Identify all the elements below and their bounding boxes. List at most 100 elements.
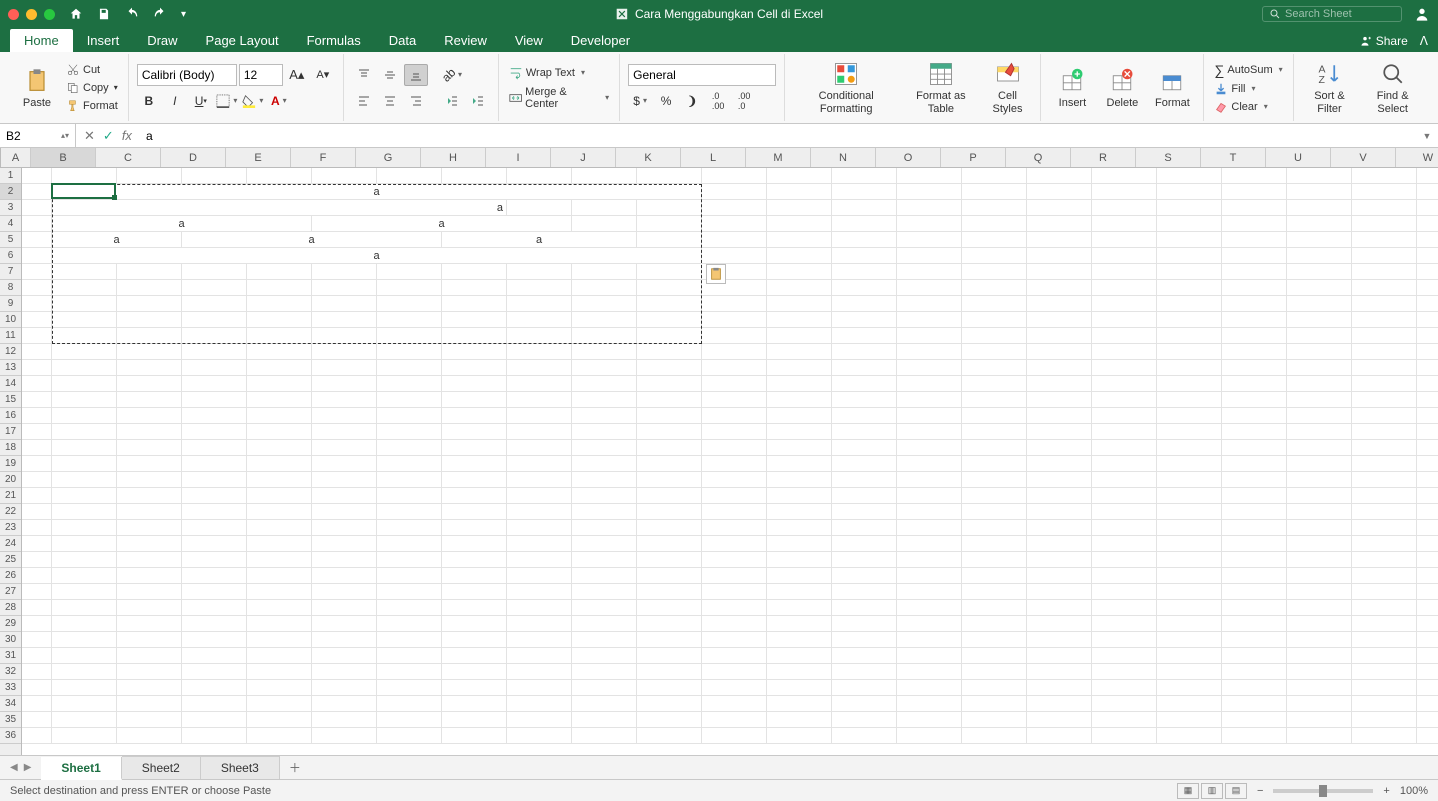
sheet-nav-next-icon[interactable]: ▶ xyxy=(24,762,32,773)
cell[interactable] xyxy=(442,696,507,712)
cell[interactable] xyxy=(312,584,377,600)
cell[interactable] xyxy=(572,648,637,664)
column-header[interactable]: N xyxy=(811,148,876,167)
cell[interactable] xyxy=(312,696,377,712)
cell[interactable] xyxy=(1092,584,1157,600)
cell[interactable] xyxy=(507,328,572,344)
cell[interactable] xyxy=(1417,696,1438,712)
cell[interactable] xyxy=(897,680,962,696)
align-right-icon[interactable] xyxy=(404,90,428,112)
row-header[interactable]: 18 xyxy=(0,440,21,456)
cell[interactable] xyxy=(312,680,377,696)
cell[interactable] xyxy=(1092,360,1157,376)
cell[interactable] xyxy=(572,504,637,520)
cell[interactable] xyxy=(1352,536,1417,552)
column-header[interactable]: M xyxy=(746,148,811,167)
cell[interactable] xyxy=(702,424,767,440)
cell[interactable] xyxy=(637,552,702,568)
cell[interactable] xyxy=(1222,680,1287,696)
cell[interactable] xyxy=(637,616,702,632)
cell[interactable] xyxy=(962,536,1027,552)
cell[interactable] xyxy=(572,264,637,280)
cell[interactable] xyxy=(572,520,637,536)
cell[interactable] xyxy=(377,568,442,584)
cell[interactable] xyxy=(767,232,832,248)
cell[interactable] xyxy=(182,600,247,616)
cell[interactable] xyxy=(832,600,897,616)
cell[interactable] xyxy=(442,552,507,568)
row-header[interactable]: 9 xyxy=(0,296,21,312)
cell[interactable] xyxy=(22,264,52,280)
cell[interactable] xyxy=(897,616,962,632)
cell[interactable] xyxy=(442,488,507,504)
merged-cell[interactable]: a xyxy=(312,216,572,232)
cell[interactable] xyxy=(1092,504,1157,520)
column-header[interactable]: U xyxy=(1266,148,1331,167)
cell[interactable] xyxy=(897,472,962,488)
cell[interactable] xyxy=(572,456,637,472)
cell[interactable] xyxy=(22,344,52,360)
tab-review[interactable]: Review xyxy=(430,29,501,52)
home-icon[interactable] xyxy=(69,7,83,21)
cell[interactable] xyxy=(1287,616,1352,632)
cell[interactable] xyxy=(1417,664,1438,680)
cell[interactable] xyxy=(1287,264,1352,280)
cell[interactable] xyxy=(1417,232,1438,248)
row-header[interactable]: 32 xyxy=(0,664,21,680)
cell[interactable] xyxy=(702,552,767,568)
cell[interactable] xyxy=(897,568,962,584)
cell[interactable] xyxy=(1417,200,1438,216)
orientation-icon[interactable]: ab xyxy=(440,64,464,86)
cell[interactable] xyxy=(377,520,442,536)
cell[interactable] xyxy=(22,616,52,632)
cell[interactable] xyxy=(1222,696,1287,712)
cell[interactable] xyxy=(507,376,572,392)
cell[interactable] xyxy=(637,344,702,360)
cell[interactable] xyxy=(247,584,312,600)
cell[interactable] xyxy=(1027,696,1092,712)
cell[interactable] xyxy=(832,216,897,232)
cell[interactable] xyxy=(1352,216,1417,232)
cell[interactable] xyxy=(832,408,897,424)
cell[interactable] xyxy=(1027,200,1092,216)
cell[interactable] xyxy=(377,376,442,392)
cell[interactable] xyxy=(1352,264,1417,280)
cell[interactable] xyxy=(1287,376,1352,392)
cell[interactable] xyxy=(22,376,52,392)
maximize-window-icon[interactable] xyxy=(44,9,55,20)
percent-icon[interactable]: % xyxy=(654,90,678,112)
cell[interactable] xyxy=(832,440,897,456)
cell[interactable] xyxy=(702,696,767,712)
cell[interactable] xyxy=(767,664,832,680)
cell[interactable] xyxy=(1352,344,1417,360)
cell[interactable] xyxy=(702,520,767,536)
cell[interactable] xyxy=(1027,648,1092,664)
cell[interactable] xyxy=(117,728,182,744)
tab-home[interactable]: Home xyxy=(10,29,73,52)
cell[interactable] xyxy=(1027,392,1092,408)
cell[interactable] xyxy=(897,168,962,184)
cell[interactable] xyxy=(1157,504,1222,520)
row-header[interactable]: 35 xyxy=(0,712,21,728)
cell[interactable] xyxy=(702,344,767,360)
cell[interactable] xyxy=(1157,632,1222,648)
cell[interactable] xyxy=(572,296,637,312)
cell[interactable] xyxy=(702,200,767,216)
cell[interactable] xyxy=(247,424,312,440)
cell[interactable] xyxy=(897,248,962,264)
cell[interactable] xyxy=(1417,264,1438,280)
cell[interactable] xyxy=(117,712,182,728)
cell[interactable] xyxy=(1092,616,1157,632)
cell[interactable] xyxy=(1157,248,1222,264)
cell[interactable] xyxy=(767,168,832,184)
cell[interactable] xyxy=(1417,424,1438,440)
cell[interactable] xyxy=(52,328,117,344)
cell[interactable] xyxy=(962,664,1027,680)
cell[interactable] xyxy=(247,712,312,728)
cell[interactable] xyxy=(1287,392,1352,408)
cell[interactable] xyxy=(442,632,507,648)
merged-cell[interactable]: a xyxy=(52,216,312,232)
cell[interactable] xyxy=(832,504,897,520)
cell[interactable] xyxy=(897,296,962,312)
cell[interactable] xyxy=(1027,664,1092,680)
